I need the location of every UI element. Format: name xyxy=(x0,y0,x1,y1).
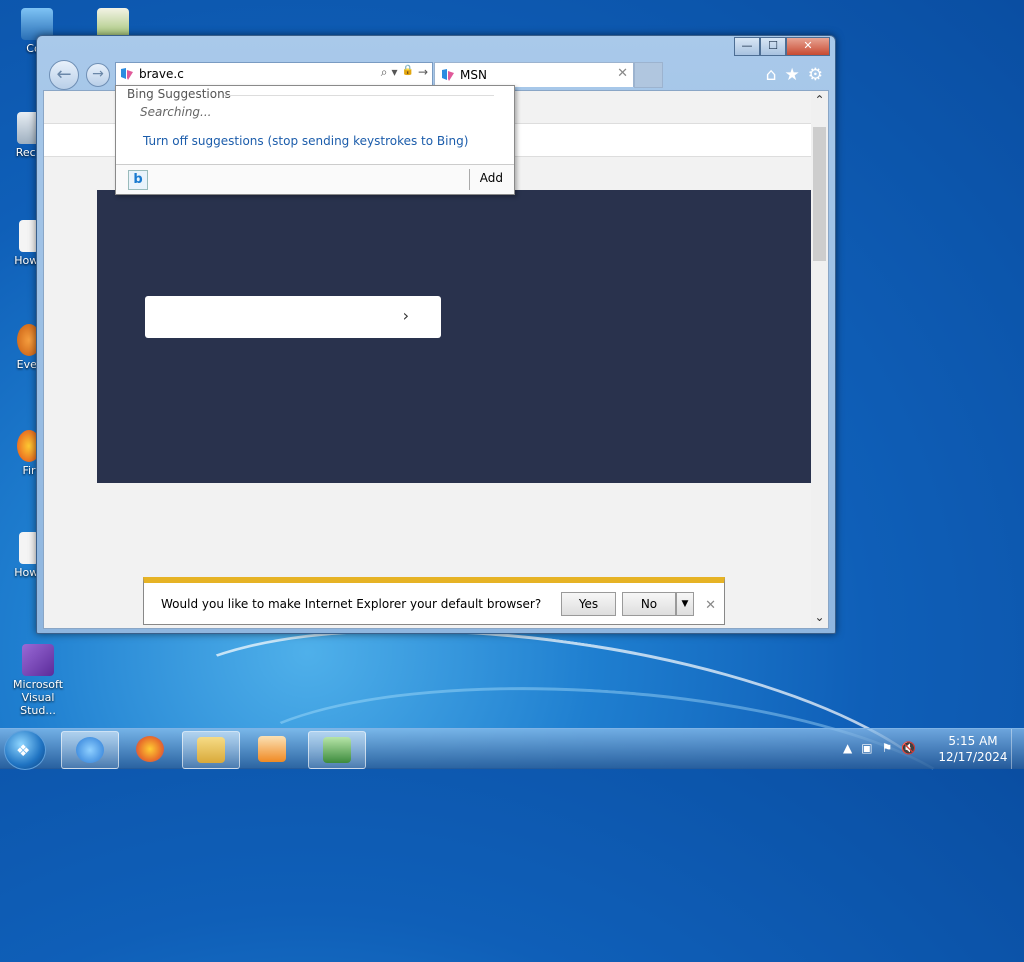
bing-provider-icon[interactable]: b xyxy=(128,170,148,190)
chevron-right-icon[interactable]: › xyxy=(403,306,409,325)
default-browser-notification: Would you like to make Internet Explorer… xyxy=(143,577,725,625)
firefox-icon xyxy=(136,736,164,762)
desktop-icon-label: Microsoft Visual Stud... xyxy=(12,678,64,717)
bing-logo-icon xyxy=(121,68,133,80)
wallpaper-swoosh xyxy=(213,663,993,943)
home-icon[interactable]: ⌂ xyxy=(766,65,777,85)
chevron-down-icon[interactable]: ▾ xyxy=(391,65,397,80)
windows-logo-icon: ❖ xyxy=(16,741,31,760)
yes-button[interactable]: Yes xyxy=(561,592,616,616)
tab-msn[interactable]: MSN ✕ xyxy=(434,62,634,87)
suggestions-header: Bing Suggestions xyxy=(127,87,231,101)
internet-explorer-icon xyxy=(76,737,104,763)
network-icon[interactable]: ▣ xyxy=(861,741,872,755)
suggestions-footer: b Add xyxy=(116,164,514,194)
taskbar-firefox[interactable] xyxy=(122,731,178,767)
address-tools: ⌕ ▾ 🔒 → xyxy=(381,65,428,80)
taskbar-media-player[interactable] xyxy=(244,731,300,767)
hero-input-box[interactable]: › xyxy=(145,296,441,338)
tab-label: MSN xyxy=(460,68,487,82)
close-button[interactable]: ✕ xyxy=(786,37,830,56)
gear-icon[interactable]: ⚙ xyxy=(808,65,823,85)
folder-icon xyxy=(197,737,225,763)
searching-status: Searching... xyxy=(140,105,212,119)
divider xyxy=(469,169,470,190)
clock-date: 12/17/2024 xyxy=(938,750,1008,764)
tab-close-icon[interactable]: ✕ xyxy=(617,66,628,81)
taskbar-clock[interactable]: 5:15 AM 12/17/2024 xyxy=(935,733,1011,765)
forward-button[interactable]: → xyxy=(86,63,110,87)
no-options-dropdown-icon[interactable]: ▼ xyxy=(676,592,694,616)
system-tray: ▲ ▣ ⚑ 🔇 xyxy=(843,741,916,755)
turn-off-suggestions-link[interactable]: Turn off suggestions (stop sending keyst… xyxy=(143,134,468,148)
show-desktop-button[interactable] xyxy=(1011,729,1024,769)
media-player-icon xyxy=(258,736,286,762)
go-icon[interactable]: → xyxy=(418,65,428,80)
taskbar-remote-desktop[interactable] xyxy=(308,731,366,769)
show-hidden-icons-icon[interactable]: ▲ xyxy=(843,741,852,755)
lock-icon: 🔒 xyxy=(401,65,414,76)
desktop-icon-visual-studio[interactable]: Microsoft Visual Stud... xyxy=(3,644,73,717)
add-provider-button[interactable]: Add xyxy=(480,171,503,185)
scroll-up-icon[interactable]: ⌃ xyxy=(811,93,828,107)
address-bar[interactable]: ⌕ ▾ 🔒 → xyxy=(115,62,433,86)
taskbar-internet-explorer[interactable] xyxy=(61,731,119,769)
no-button[interactable]: No xyxy=(622,592,676,616)
scrollbar-thumb[interactable] xyxy=(813,127,826,261)
volume-muted-icon[interactable]: 🔇 xyxy=(901,741,916,755)
notification-message: Would you like to make Internet Explorer… xyxy=(161,597,542,611)
back-button[interactable]: ← xyxy=(49,60,79,90)
hero-banner: › xyxy=(97,190,811,483)
notification-close-icon[interactable]: ✕ xyxy=(705,598,716,613)
address-input[interactable] xyxy=(139,65,349,82)
taskbar-file-explorer[interactable] xyxy=(182,731,240,769)
visual-studio-icon xyxy=(22,644,54,676)
toolbar-icons: ⌂ ★ ⚙ xyxy=(766,65,823,85)
window-controls: — ☐ ✕ xyxy=(734,37,830,56)
search-icon[interactable]: ⌕ xyxy=(381,65,388,80)
scroll-down-icon[interactable]: ⌄ xyxy=(811,610,828,624)
divider xyxy=(224,95,494,96)
start-button[interactable]: ❖ xyxy=(4,730,46,770)
taskbar: ❖ ▲ ▣ ⚑ 🔇 5:15 AM 12/17/2024 xyxy=(0,728,1024,770)
clock-time: 5:15 AM xyxy=(948,734,998,748)
suggestions-dropdown: Bing Suggestions Searching... Turn off s… xyxy=(115,85,515,195)
maximize-button[interactable]: ☐ xyxy=(760,37,786,56)
new-tab-button[interactable] xyxy=(634,62,663,88)
msn-favicon-icon xyxy=(442,69,454,81)
action-center-flag-icon[interactable]: ⚑ xyxy=(882,741,893,755)
favorites-star-icon[interactable]: ★ xyxy=(785,65,800,85)
minimize-button[interactable]: — xyxy=(734,37,760,56)
vertical-scrollbar[interactable]: ⌃ ⌄ xyxy=(811,91,828,628)
monitor-icon xyxy=(323,737,351,763)
